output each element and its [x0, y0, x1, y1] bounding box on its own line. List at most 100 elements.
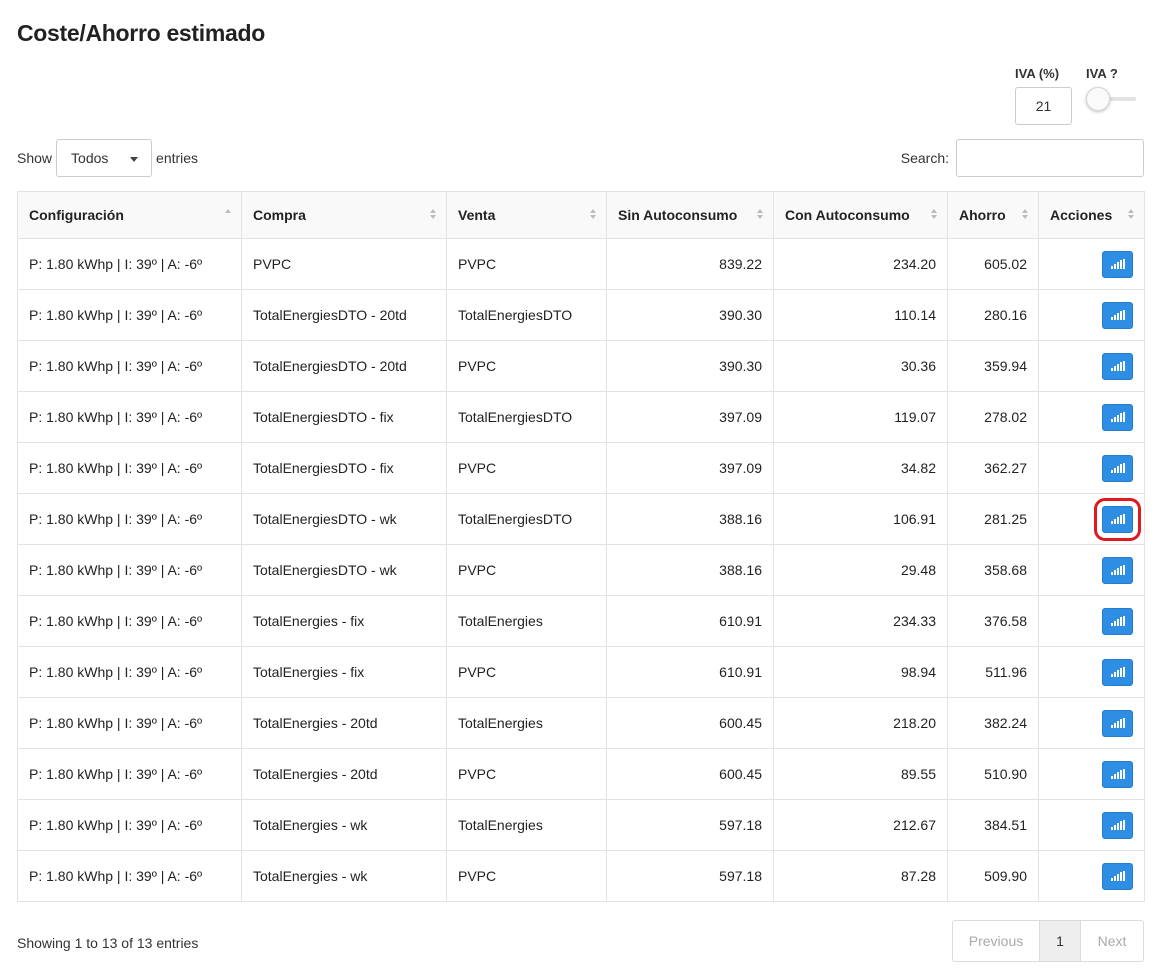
- sin-autoconsumo-cell: 839.22: [606, 238, 774, 290]
- iva-toggle-label: IVA ?: [1086, 66, 1118, 81]
- table-row: P: 1.80 kWhp | I: 39º | A: -6º TotalEnerg…: [17, 340, 1145, 392]
- venta-cell: PVPC: [446, 340, 607, 392]
- sin-autoconsumo-cell: 390.30: [606, 289, 774, 341]
- sort-icon: [1022, 209, 1029, 221]
- configuracion-cell: P: 1.80 kWhp | I: 39º | A: -6º: [17, 391, 242, 443]
- configuracion-cell: P: 1.80 kWhp | I: 39º | A: -6º: [17, 646, 242, 698]
- view-chart-button[interactable]: [1102, 556, 1133, 584]
- show-label: Show: [17, 150, 53, 166]
- configuracion-cell: P: 1.80 kWhp | I: 39º | A: -6º: [17, 799, 242, 851]
- acciones-cell: [1038, 697, 1145, 749]
- bar-chart-icon: [1110, 259, 1125, 269]
- view-chart-button[interactable]: [1102, 862, 1133, 890]
- table-body: P: 1.80 kWhp | I: 39º | A: -6º PVPC PVPC 83…: [17, 238, 1145, 902]
- view-chart-button[interactable]: [1102, 352, 1133, 380]
- ahorro-cell: 511.96: [947, 646, 1039, 698]
- configuracion-cell: P: 1.80 kWhp | I: 39º | A: -6º: [17, 697, 242, 749]
- sort-asc-icon: [225, 209, 232, 221]
- acciones-cell: [1038, 646, 1145, 698]
- page-1-button[interactable]: 1: [1040, 921, 1081, 961]
- acciones-cell: [1038, 238, 1145, 290]
- iva-percent-input[interactable]: [1015, 87, 1072, 125]
- venta-cell: PVPC: [446, 646, 607, 698]
- next-page-button[interactable]: Next: [1081, 921, 1143, 961]
- view-chart-button[interactable]: [1102, 811, 1133, 839]
- compra-cell: TotalEnergies - wk: [241, 850, 447, 902]
- column-header-compra[interactable]: Compra: [241, 191, 447, 239]
- bar-chart-icon: [1110, 310, 1125, 320]
- con-autoconsumo-cell: 30.36: [773, 340, 948, 392]
- ahorro-cell: 362.27: [947, 442, 1039, 494]
- con-autoconsumo-cell: 34.82: [773, 442, 948, 494]
- acciones-cell: [1038, 799, 1145, 851]
- column-header-ahorro[interactable]: Ahorro: [947, 191, 1039, 239]
- column-header-con-autoconsumo[interactable]: Con Autoconsumo: [773, 191, 948, 239]
- configuracion-cell: P: 1.80 kWhp | I: 39º | A: -6º: [17, 850, 242, 902]
- con-autoconsumo-cell: 119.07: [773, 391, 948, 443]
- caret-down-icon: [130, 157, 139, 162]
- table-row: P: 1.80 kWhp | I: 39º | A: -6º TotalEnerg…: [17, 595, 1145, 647]
- acciones-cell: [1038, 595, 1145, 647]
- bar-chart-icon: [1110, 616, 1125, 626]
- previous-page-button[interactable]: Previous: [953, 921, 1040, 961]
- toggle-knob[interactable]: [1086, 87, 1110, 111]
- view-chart-button[interactable]: [1102, 658, 1133, 686]
- sin-autoconsumo-cell: 388.16: [606, 544, 774, 596]
- acciones-cell: [1038, 544, 1145, 596]
- column-header-acciones[interactable]: Acciones: [1038, 191, 1145, 239]
- compra-cell: PVPC: [241, 238, 447, 290]
- ahorro-cell: 359.94: [947, 340, 1039, 392]
- con-autoconsumo-cell: 106.91: [773, 493, 948, 545]
- column-header-venta[interactable]: Venta: [446, 191, 607, 239]
- view-chart-button[interactable]: [1102, 454, 1133, 482]
- column-header-configuracion[interactable]: Configuración: [17, 191, 242, 239]
- venta-cell: PVPC: [446, 544, 607, 596]
- view-chart-button[interactable]: [1102, 250, 1133, 278]
- sin-autoconsumo-cell: 390.30: [606, 340, 774, 392]
- sin-autoconsumo-cell: 397.09: [606, 442, 774, 494]
- sin-autoconsumo-cell: 600.45: [606, 697, 774, 749]
- compra-cell: TotalEnergies - fix: [241, 595, 447, 647]
- table-row: P: 1.80 kWhp | I: 39º | A: -6º TotalEnerg…: [17, 391, 1145, 443]
- bar-chart-icon: [1110, 667, 1125, 677]
- table-row: P: 1.80 kWhp | I: 39º | A: -6º TotalEnerg…: [17, 748, 1145, 800]
- configuracion-cell: P: 1.80 kWhp | I: 39º | A: -6º: [17, 340, 242, 392]
- view-chart-button[interactable]: [1102, 607, 1133, 635]
- column-header-sin-autoconsumo[interactable]: Sin Autoconsumo: [606, 191, 774, 239]
- view-chart-button[interactable]: [1102, 301, 1133, 329]
- bar-chart-icon: [1110, 412, 1125, 422]
- view-chart-button[interactable]: [1102, 760, 1133, 788]
- venta-cell: PVPC: [446, 850, 607, 902]
- bar-chart-icon: [1110, 769, 1125, 779]
- compra-cell: TotalEnergies - 20td: [241, 697, 447, 749]
- venta-cell: PVPC: [446, 748, 607, 800]
- venta-cell: TotalEnergiesDTO: [446, 391, 607, 443]
- sort-icon: [1128, 209, 1135, 221]
- iva-toggle-switch[interactable]: [1086, 87, 1136, 111]
- view-chart-button[interactable]: [1102, 403, 1133, 431]
- entries-length-select[interactable]: Todos: [56, 139, 153, 177]
- bar-chart-icon: [1110, 361, 1125, 371]
- iva-percent-group: IVA (%): [1015, 66, 1072, 125]
- table-row: P: 1.80 kWhp | I: 39º | A: -6º TotalEnerg…: [17, 544, 1145, 596]
- con-autoconsumo-cell: 218.20: [773, 697, 948, 749]
- ahorro-cell: 278.02: [947, 391, 1039, 443]
- con-autoconsumo-cell: 234.20: [773, 238, 948, 290]
- con-autoconsumo-cell: 89.55: [773, 748, 948, 800]
- view-chart-button[interactable]: [1102, 709, 1133, 737]
- pagination: Previous 1 Next: [952, 920, 1144, 962]
- iva-percent-label: IVA (%): [1015, 66, 1060, 81]
- table-row: P: 1.80 kWhp | I: 39º | A: -6º PVPC PVPC 83…: [17, 238, 1145, 290]
- con-autoconsumo-cell: 110.14: [773, 289, 948, 341]
- configuracion-cell: P: 1.80 kWhp | I: 39º | A: -6º: [17, 442, 242, 494]
- con-autoconsumo-cell: 87.28: [773, 850, 948, 902]
- ahorro-cell: 605.02: [947, 238, 1039, 290]
- configuracion-cell: P: 1.80 kWhp | I: 39º | A: -6º: [17, 238, 242, 290]
- search-input[interactable]: [956, 139, 1144, 177]
- search-label: Search:: [900, 150, 949, 166]
- venta-cell: TotalEnergies: [446, 595, 607, 647]
- ahorro-cell: 376.58: [947, 595, 1039, 647]
- view-chart-button[interactable]: [1094, 497, 1141, 541]
- compra-cell: TotalEnergiesDTO - 20td: [241, 289, 447, 341]
- bar-chart-icon: [1110, 871, 1125, 881]
